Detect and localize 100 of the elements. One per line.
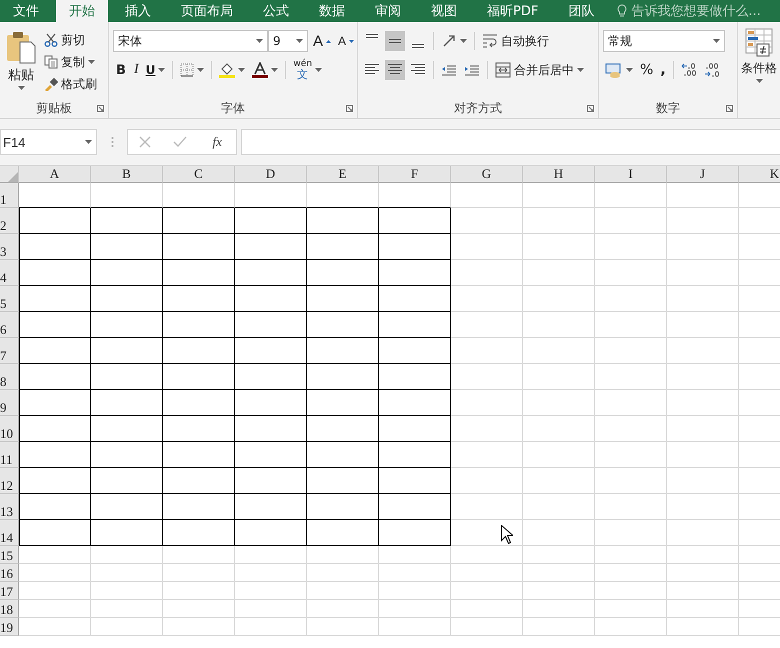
ribbon-tab[interactable]: 插入 — [112, 0, 164, 22]
grid-cell[interactable] — [163, 234, 235, 260]
column-header[interactable]: K — [739, 166, 780, 183]
dialog-launcher-icon[interactable] — [587, 105, 594, 112]
grid-cell[interactable] — [379, 416, 451, 442]
ribbon-tab[interactable]: 公式 — [250, 0, 302, 22]
grid-cell[interactable] — [91, 520, 163, 546]
font-color-button[interactable] — [250, 60, 280, 80]
grid-cell[interactable] — [163, 494, 235, 520]
row-header[interactable]: 15 — [0, 546, 19, 564]
underline-button[interactable]: U — [144, 60, 168, 80]
grid-cell[interactable] — [163, 416, 235, 442]
grid-cell[interactable] — [19, 260, 91, 286]
grid-cell[interactable] — [163, 208, 235, 234]
grid-cell[interactable] — [91, 312, 163, 338]
row-header[interactable]: 16 — [0, 564, 19, 582]
grid-cell[interactable] — [19, 468, 91, 494]
grid-cell[interactable] — [163, 364, 235, 390]
font-name-dropdown[interactable]: 宋体 — [113, 30, 268, 52]
grid-cell[interactable] — [235, 520, 307, 546]
grid-cell[interactable] — [91, 390, 163, 416]
grid-cell[interactable] — [307, 312, 379, 338]
grid-cell[interactable] — [235, 286, 307, 312]
grid-cell[interactable] — [163, 442, 235, 468]
grid-cell[interactable] — [91, 416, 163, 442]
grid-cell[interactable] — [379, 364, 451, 390]
row-header[interactable]: 6 — [0, 312, 19, 338]
grid-cell[interactable] — [163, 312, 235, 338]
grid-cell[interactable] — [379, 442, 451, 468]
ribbon-tab[interactable]: 审阅 — [362, 0, 414, 22]
grid-cell[interactable] — [379, 520, 451, 546]
grid-cell[interactable] — [91, 364, 163, 390]
grid-cell[interactable] — [379, 312, 451, 338]
grid-cell[interactable] — [91, 468, 163, 494]
name-box[interactable]: F14 — [0, 129, 97, 155]
grid-cell[interactable] — [307, 208, 379, 234]
row-header[interactable]: 8 — [0, 364, 19, 390]
shrink-font-button[interactable]: A — [336, 31, 356, 51]
row-header[interactable]: 4 — [0, 260, 19, 286]
grid-cell[interactable] — [91, 442, 163, 468]
grid-cell[interactable] — [163, 260, 235, 286]
phonetic-guide-button[interactable]: wén 文 — [291, 60, 324, 80]
italic-button[interactable]: I — [132, 60, 141, 80]
grid-cell[interactable] — [235, 416, 307, 442]
percent-button[interactable]: % — [638, 60, 656, 80]
grid-cell[interactable] — [379, 208, 451, 234]
row-header[interactable]: 1 — [0, 183, 19, 208]
grid-cell[interactable] — [379, 338, 451, 364]
checkmark-icon[interactable] — [173, 136, 188, 148]
grid-cell[interactable] — [91, 260, 163, 286]
ribbon-tab[interactable]: 开始 — [56, 0, 108, 22]
row-header[interactable]: 13 — [0, 494, 19, 520]
grid-cell[interactable] — [19, 364, 91, 390]
font-size-dropdown[interactable]: 9 — [268, 30, 308, 52]
dialog-launcher-icon[interactable] — [346, 105, 353, 112]
ribbon-tab[interactable]: 页面布局 — [168, 0, 246, 22]
grid-cell[interactable] — [19, 338, 91, 364]
formula-input-field[interactable] — [241, 129, 780, 155]
grid-cell[interactable] — [307, 286, 379, 312]
wrap-text-button[interactable]: 自动换行 — [480, 31, 551, 51]
ribbon-tab[interactable]: 福昕PDF — [474, 0, 552, 22]
grid-cell[interactable] — [19, 520, 91, 546]
tell-me-search-field[interactable]: 告诉我您想要做什么... — [617, 0, 761, 22]
grid-cell[interactable] — [235, 260, 307, 286]
comma-style-button[interactable]: , — [658, 60, 668, 80]
grid-cell[interactable] — [235, 364, 307, 390]
grid-cell[interactable] — [19, 390, 91, 416]
grid-cell[interactable] — [19, 208, 91, 234]
grid-cell[interactable] — [91, 234, 163, 260]
row-header[interactable]: 7 — [0, 338, 19, 364]
column-header[interactable]: G — [451, 166, 523, 183]
grid-cell[interactable] — [307, 364, 379, 390]
conditional-formatting-button[interactable]: 条件格 — [739, 22, 779, 83]
column-header[interactable]: I — [595, 166, 667, 183]
row-header[interactable]: 3 — [0, 234, 19, 260]
grid-cell[interactable] — [19, 312, 91, 338]
number-format-dropdown[interactable]: 常规 — [603, 30, 725, 52]
center-align-button[interactable] — [385, 60, 405, 80]
grid-cell[interactable] — [91, 494, 163, 520]
grid-cell[interactable] — [163, 286, 235, 312]
dialog-launcher-icon[interactable] — [726, 105, 733, 112]
grid-cell[interactable] — [379, 260, 451, 286]
ribbon-tab[interactable]: 数据 — [306, 0, 358, 22]
grid-cell[interactable] — [91, 286, 163, 312]
grid-cell[interactable] — [235, 312, 307, 338]
column-header[interactable]: C — [163, 166, 235, 183]
grid-cell[interactable] — [19, 234, 91, 260]
grid-cell[interactable] — [19, 416, 91, 442]
grid-cell[interactable] — [91, 338, 163, 364]
ribbon-tab[interactable]: 团队 — [555, 0, 608, 22]
grid-cell[interactable] — [307, 234, 379, 260]
grid-cell[interactable] — [307, 494, 379, 520]
insert-function-button[interactable]: fx — [210, 134, 225, 150]
grid-cell[interactable] — [307, 468, 379, 494]
grid-cell[interactable] — [307, 520, 379, 546]
grid-cell[interactable] — [235, 338, 307, 364]
grid-cell[interactable] — [307, 338, 379, 364]
grid-cell[interactable] — [235, 442, 307, 468]
row-header[interactable]: 2 — [0, 208, 19, 234]
grid-cell[interactable] — [163, 390, 235, 416]
